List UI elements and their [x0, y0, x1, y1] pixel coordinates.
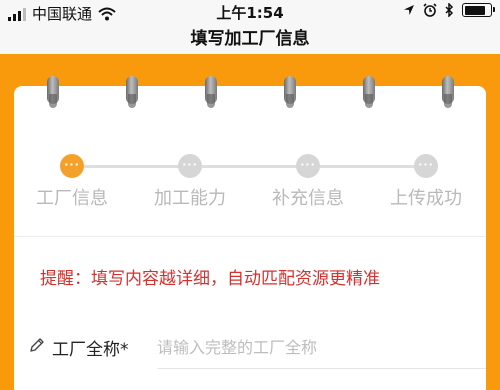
step-connector: [202, 165, 298, 168]
tip-message: 提醒：填写内容越详细，自动匹配资源更精准: [40, 269, 380, 289]
status-right: [403, 3, 495, 17]
factory-name-row: 工厂全称*: [14, 322, 486, 374]
battery-level: [464, 5, 485, 15]
step-2-label: 加工能力: [154, 188, 226, 209]
step-connector: [320, 165, 416, 168]
nav-bar: 填写加工厂信息: [0, 24, 500, 54]
step-connector: [84, 165, 180, 168]
location-arrow-icon: [404, 5, 414, 15]
status-bar: 中国联通 上午1:54: [0, 0, 500, 24]
factory-name-input[interactable]: [157, 334, 457, 360]
step-3-label: 补充信息: [272, 188, 344, 209]
step-4-dot: ···: [414, 154, 438, 178]
step-4-label: 上传成功: [390, 188, 462, 209]
binder-ring: [47, 76, 59, 108]
alarm-clock-icon: [423, 3, 437, 17]
step-1-dot: ···: [60, 154, 84, 178]
step-2-dot: ···: [178, 154, 202, 178]
bluetooth-icon: [445, 3, 454, 17]
pencil-icon: [30, 338, 44, 352]
input-underline: [157, 368, 486, 369]
factory-name-label: 工厂全称*: [52, 340, 129, 360]
page-title: 填写加工厂信息: [190, 29, 310, 49]
binder-ring: [442, 76, 454, 108]
binder-ring: [205, 76, 217, 108]
binder-ring: [284, 76, 296, 108]
battery-icon: [462, 3, 495, 17]
step-3-dot: ···: [296, 154, 320, 178]
binder-ring: [126, 76, 138, 108]
section-divider: [14, 236, 486, 237]
binder-ring: [363, 76, 375, 108]
step-1-label: 工厂信息: [36, 188, 108, 209]
